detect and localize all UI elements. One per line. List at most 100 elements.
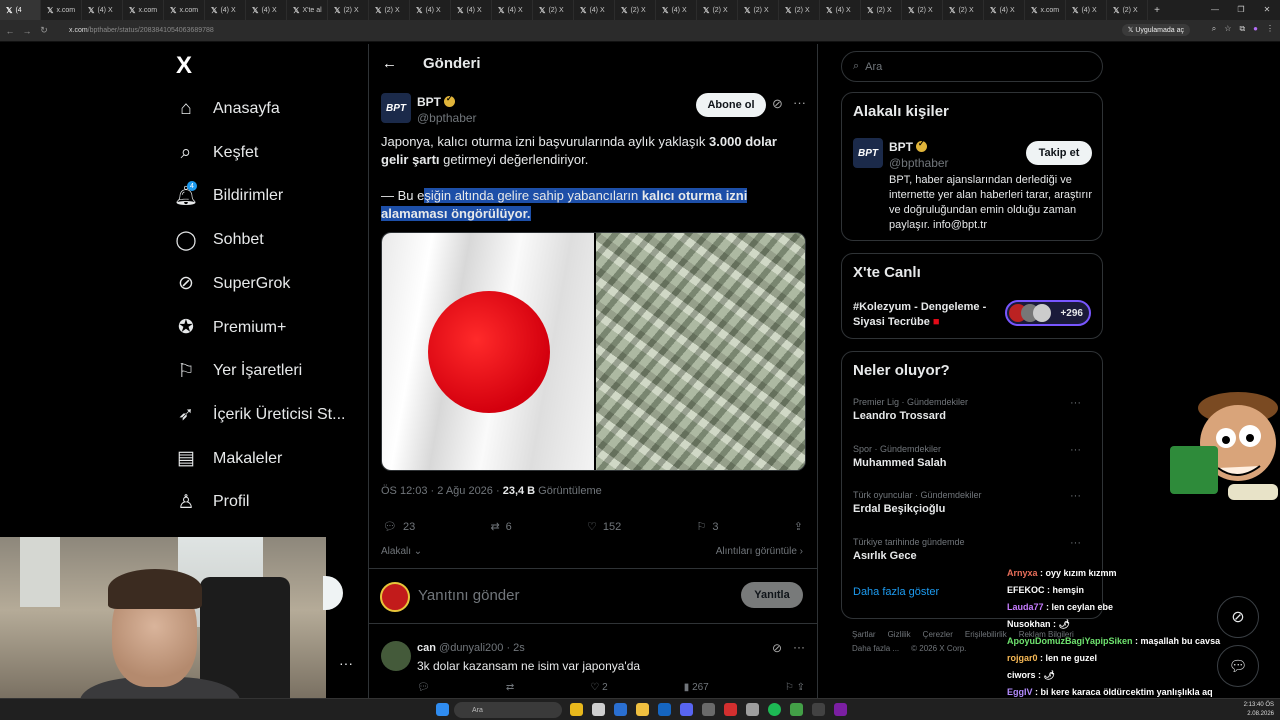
- reply-button[interactable]: Yanıtla: [741, 582, 803, 608]
- store-icon[interactable]: [658, 703, 671, 716]
- like-action[interactable]: ♡ 152: [587, 520, 621, 534]
- browser-tab[interactable]: 𝕏 (4) X: [574, 0, 615, 20]
- search-input[interactable]: Ara: [865, 61, 882, 73]
- comment-reply-icon[interactable]: 💬︎: [417, 682, 430, 693]
- footer-link[interactable]: Daha fazla ...: [852, 642, 899, 656]
- follow-button[interactable]: Takip et: [1026, 141, 1092, 165]
- browser-tab[interactable]: 𝕏 (4) X: [820, 0, 861, 20]
- trend-more-icon[interactable]: ···: [1070, 444, 1081, 456]
- live-listeners-pill[interactable]: +296: [1005, 300, 1091, 326]
- app-icon[interactable]: [790, 703, 803, 716]
- nav-item-bookmark[interactable]: ⚐ Yer İşaretleri: [175, 356, 302, 386]
- messages-float-button[interactable]: 💬︎: [1217, 645, 1259, 687]
- nav-item-grok[interactable]: ⊘ SuperGrok: [175, 269, 290, 299]
- chrome-icon[interactable]: [570, 703, 583, 716]
- browser-tab[interactable]: 𝕏 (2) X: [369, 0, 410, 20]
- nav-item-chat[interactable]: ◯ Sohbet: [175, 225, 263, 255]
- comment-repost-icon[interactable]: ⇄: [506, 682, 514, 693]
- browser-tab[interactable]: 𝕏x.com: [164, 0, 205, 20]
- nav-item-bell[interactable]: 🔔︎ 4 Bildirimler: [174, 181, 283, 211]
- back-arrow-icon[interactable]: ←: [382, 55, 397, 72]
- repost-action[interactable]: ⇄ 6: [490, 520, 511, 534]
- comment-grok-icon[interactable]: ⊘: [772, 641, 782, 655]
- browser-tab[interactable]: 𝕏 (2) X: [902, 0, 943, 20]
- bookmark-action[interactable]: ⚐ 3: [697, 520, 719, 534]
- browser-tab[interactable]: 𝕏 (4) X: [492, 0, 533, 20]
- restore-icon[interactable]: ❐: [1228, 0, 1254, 20]
- x-logo[interactable]: X: [176, 52, 192, 80]
- trend-more-icon[interactable]: ···: [1070, 397, 1081, 409]
- edge-icon[interactable]: [614, 703, 627, 716]
- zoom-icon[interactable]: ⌕: [1212, 24, 1216, 34]
- footer-link[interactable]: Gizlilik: [888, 628, 911, 642]
- browser-tab[interactable]: 𝕏 (2) X: [328, 0, 369, 20]
- browser-tab[interactable]: 𝕏 (4) X: [656, 0, 697, 20]
- browser-menu-icon[interactable]: ⋮: [1266, 24, 1274, 34]
- back-nav-icon[interactable]: ←: [3, 26, 17, 36]
- close-icon[interactable]: ✕: [1254, 0, 1280, 20]
- live-space-title[interactable]: #Kolezyum - Dengeleme - Siyasi Tecrübe ■: [853, 300, 995, 330]
- comment-views-action[interactable]: ▮ 267: [684, 682, 709, 693]
- app-icon[interactable]: [812, 703, 825, 716]
- browser-tab[interactable]: 𝕏x.com: [1025, 0, 1066, 20]
- grok-float-button[interactable]: ⊘: [1217, 596, 1259, 638]
- trend-item[interactable]: Spor · Gündemdekiler Muhammed Salah ···: [853, 444, 1093, 469]
- browser-tab[interactable]: 𝕏 (2) X: [615, 0, 656, 20]
- account-more-icon[interactable]: ···: [339, 655, 353, 671]
- nav-item-person[interactable]: ♙ Profil: [175, 487, 249, 517]
- windows-start-icon[interactable]: [436, 703, 449, 716]
- browser-tab[interactable]: 𝕏 (2) X: [1107, 0, 1148, 20]
- profile-icon[interactable]: ●: [1253, 24, 1258, 34]
- related-dropdown[interactable]: Alakalı ⌄: [381, 546, 422, 557]
- author-avatar[interactable]: BPT: [381, 93, 411, 123]
- reload-icon[interactable]: ↻: [37, 25, 51, 36]
- browser-tab[interactable]: 𝕏 (4: [0, 0, 41, 20]
- search-field[interactable]: ⌕ Ara: [841, 51, 1103, 82]
- browser-tab[interactable]: 𝕏 (4) X: [205, 0, 246, 20]
- trend-more-icon[interactable]: ···: [1070, 537, 1081, 549]
- app-icon[interactable]: [746, 703, 759, 716]
- nav-item-search[interactable]: ⌕ Keşfet: [175, 138, 259, 168]
- comment-author[interactable]: can: [417, 642, 436, 654]
- reply-input[interactable]: Yanıtını gönder: [418, 587, 519, 604]
- trend-item[interactable]: Premier Lig · Gündemdekiler Leandro Tross…: [853, 397, 1093, 422]
- taskbar-clock[interactable]: 2:13:40 ÖS 2.08.2026: [1244, 701, 1274, 719]
- discord-icon[interactable]: [680, 703, 693, 716]
- browser-tab[interactable]: 𝕏 (4) X: [1066, 0, 1107, 20]
- forward-nav-icon[interactable]: →: [20, 26, 34, 36]
- comment-handle[interactable]: @dunyali200 · 2s: [439, 642, 525, 654]
- browser-tab[interactable]: 𝕏x.com: [41, 0, 82, 20]
- spotify-icon[interactable]: [768, 703, 781, 716]
- browser-tab[interactable]: 𝕏 (4) X: [984, 0, 1025, 20]
- post-media[interactable]: [381, 232, 806, 471]
- app-icon[interactable]: [592, 703, 605, 716]
- author-handle[interactable]: @bpthaber: [417, 111, 477, 125]
- browser-tab[interactable]: 𝕏 (2) X: [861, 0, 902, 20]
- minimize-icon[interactable]: —: [1202, 0, 1228, 20]
- browser-tab[interactable]: 𝕏 (2) X: [533, 0, 574, 20]
- browser-tab[interactable]: 𝕏 (2) X: [779, 0, 820, 20]
- related-name[interactable]: BPT: [889, 140, 913, 154]
- view-quotes-link[interactable]: Alıntıları görüntüle ›: [716, 546, 803, 557]
- trend-more-icon[interactable]: ···: [1070, 490, 1081, 502]
- nav-item-premium[interactable]: ✪ Premium+: [175, 313, 286, 343]
- browser-tab[interactable]: 𝕏 (2) X: [738, 0, 779, 20]
- url-field[interactable]: x.com/bpthaber/status/208384105406368978…: [69, 27, 214, 34]
- browser-tab[interactable]: 𝕏 (4) X: [410, 0, 451, 20]
- app-icon[interactable]: [702, 703, 715, 716]
- browser-tab[interactable]: 𝕏 (4) X: [82, 0, 123, 20]
- reply-action[interactable]: 💬︎ 23: [383, 520, 415, 534]
- browser-tab[interactable]: 𝕏 (4) X: [451, 0, 492, 20]
- footer-link[interactable]: Şartlar: [852, 628, 876, 642]
- app-icon[interactable]: [834, 703, 847, 716]
- subscribe-button[interactable]: Abone ol: [696, 93, 766, 117]
- footer-link[interactable]: Erişilebilirlik: [965, 628, 1007, 642]
- show-more-link[interactable]: Daha fazla göster: [853, 586, 939, 598]
- browser-tab[interactable]: 𝕏 (4) X: [246, 0, 287, 20]
- open-in-app-button[interactable]: 𝕏 Uygulamada aç: [1121, 24, 1190, 36]
- nav-item-article[interactable]: ▤ Makaleler: [175, 444, 282, 474]
- trend-item[interactable]: Türkiye tarihinde gündemde Asırlık Gece ··…: [853, 537, 1093, 562]
- browser-tab[interactable]: 𝕏 X'te al: [287, 0, 328, 20]
- more-options-icon[interactable]: ···: [793, 95, 806, 110]
- share-icon[interactable]: ⇪: [794, 520, 803, 533]
